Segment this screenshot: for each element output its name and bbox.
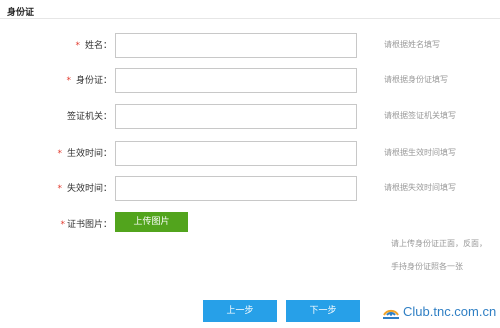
- expiry-time-row: * 失效时间： 请根据失效时间填写: [0, 176, 500, 201]
- name-label-text: 姓名：: [84, 41, 112, 51]
- certificate-image-label: * 证书图片：: [60, 217, 112, 230]
- issuing-authority-hint: 请根据签证机关填写: [384, 111, 456, 120]
- section-divider: [0, 18, 500, 19]
- effective-time-hint: 请根据生效时间填写: [384, 148, 456, 157]
- id-card-form-page: 身份证 * 姓名： 请根据姓名填写 * 身份证： 请根据身份证填写 签证机关： 请根…: [0, 0, 500, 328]
- id-number-hint: 请根据身份证填写: [384, 75, 448, 84]
- effective-time-label: * 生效时间：: [57, 146, 112, 159]
- certificate-image-label-text: 证书图片：: [66, 220, 112, 230]
- previous-step-button[interactable]: 上一步: [203, 300, 277, 322]
- effective-time-label-text: 生效时间：: [66, 149, 112, 159]
- upload-note-line-1: 请上传身份证正面，反面，: [391, 239, 487, 248]
- id-number-label-text: 身份证：: [75, 76, 112, 86]
- name-hint: 请根据姓名填写: [384, 40, 440, 49]
- name-row: * 姓名： 请根据姓名填写: [0, 33, 500, 58]
- expiry-time-input[interactable]: [115, 176, 357, 201]
- expiry-time-label: * 失效时间：: [57, 181, 112, 194]
- id-number-label: * 身份证：: [66, 73, 112, 86]
- watermark-text: Club.tnc.com.cn: [403, 304, 497, 319]
- expiry-time-hint: 请根据失效时间填写: [384, 183, 456, 192]
- upload-image-button[interactable]: 上传图片: [115, 212, 188, 232]
- effective-time-input[interactable]: [115, 141, 357, 166]
- required-mark: *: [66, 76, 71, 86]
- required-mark: *: [57, 184, 62, 194]
- name-input[interactable]: [115, 33, 357, 58]
- upload-note-line-2: 手持身份证照各一张: [391, 262, 463, 271]
- issuing-authority-label: 签证机关：: [66, 112, 112, 122]
- next-step-button[interactable]: 下一步: [286, 300, 360, 322]
- required-mark: *: [57, 149, 62, 159]
- required-mark: *: [75, 41, 80, 51]
- section-title: 身份证: [7, 8, 35, 18]
- effective-time-row: * 生效时间： 请根据生效时间填写: [0, 141, 500, 166]
- issuing-authority-input[interactable]: [115, 104, 357, 129]
- id-number-input[interactable]: [115, 68, 357, 93]
- name-label: * 姓名：: [75, 38, 112, 51]
- issuing-authority-row: 签证机关： 请根据签证机关填写: [0, 104, 500, 129]
- required-mark: *: [60, 220, 65, 230]
- site-logo-icon: [383, 309, 399, 319]
- id-number-row: * 身份证： 请根据身份证填写: [0, 68, 500, 93]
- expiry-time-label-text: 失效时间：: [66, 184, 112, 194]
